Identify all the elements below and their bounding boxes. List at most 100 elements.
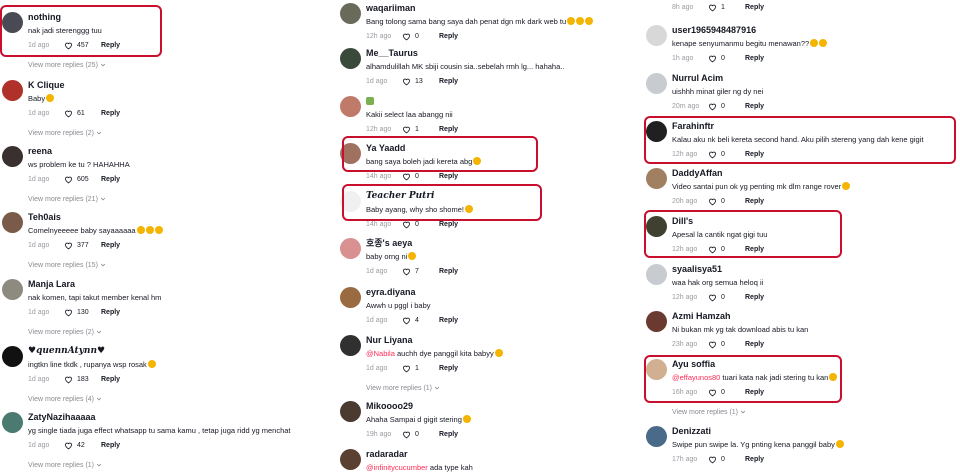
avatar[interactable] bbox=[646, 311, 667, 332]
like-count: 61 bbox=[77, 109, 85, 117]
avatar[interactable] bbox=[646, 426, 667, 447]
heart-icon[interactable] bbox=[402, 316, 411, 325]
comment-username[interactable]: Manja Lara bbox=[28, 279, 326, 290]
heart-icon[interactable] bbox=[708, 102, 717, 111]
user-badge[interactable] bbox=[366, 96, 634, 107]
heart-icon[interactable] bbox=[64, 375, 73, 384]
comment-username[interactable]: waqariiman bbox=[366, 3, 634, 14]
heart-icon[interactable] bbox=[708, 340, 717, 349]
view-more-replies-button[interactable]: View more replies (4) bbox=[28, 396, 102, 403]
reply-button[interactable]: Reply bbox=[439, 317, 458, 324]
avatar[interactable] bbox=[2, 80, 23, 101]
avatar[interactable] bbox=[646, 73, 667, 94]
reply-button[interactable]: Reply bbox=[101, 110, 120, 117]
avatar[interactable] bbox=[340, 96, 361, 117]
avatar[interactable] bbox=[340, 287, 361, 308]
view-more-replies-button[interactable]: View more replies (1) bbox=[28, 462, 102, 469]
comment-username[interactable]: radaradar bbox=[366, 449, 634, 460]
heart-icon[interactable] bbox=[402, 267, 411, 276]
heart-icon[interactable] bbox=[708, 54, 717, 63]
comment-username[interactable]: 호종's aeya bbox=[366, 238, 634, 249]
reply-button[interactable]: Reply bbox=[101, 242, 120, 249]
comment-username[interactable]: Azmi Hamzah bbox=[672, 311, 956, 322]
avatar[interactable] bbox=[2, 346, 23, 367]
avatar[interactable] bbox=[646, 25, 667, 46]
reply-button[interactable]: Reply bbox=[439, 268, 458, 275]
heart-icon[interactable] bbox=[402, 172, 411, 181]
avatar[interactable] bbox=[646, 168, 667, 189]
heart-icon[interactable] bbox=[64, 241, 73, 250]
comment-username[interactable]: K Clique bbox=[28, 80, 326, 91]
like-count: 0 bbox=[415, 430, 419, 438]
heart-icon[interactable] bbox=[64, 308, 73, 317]
comment-text-content: Video santai pun ok yg penting mk dlm ra… bbox=[672, 182, 842, 191]
avatar[interactable] bbox=[2, 212, 23, 233]
comment-username[interactable]: DaddyAffan bbox=[672, 168, 956, 179]
heart-icon[interactable] bbox=[708, 455, 717, 464]
heart-icon[interactable] bbox=[402, 125, 411, 134]
reply-button[interactable]: Reply bbox=[101, 309, 120, 316]
avatar[interactable] bbox=[340, 238, 361, 259]
heart-icon[interactable] bbox=[402, 77, 411, 86]
reply-button[interactable]: Reply bbox=[745, 456, 764, 463]
comment-username[interactable]: ♥quennAtynn♥ bbox=[28, 346, 326, 357]
comment-username[interactable]: user1965948487916 bbox=[672, 25, 956, 36]
reply-button[interactable]: Reply bbox=[439, 173, 458, 180]
comment-username[interactable]: Nurrul Acim bbox=[672, 73, 956, 84]
comment-username[interactable]: eyra.diyana bbox=[366, 287, 634, 298]
heart-icon[interactable] bbox=[708, 293, 717, 302]
view-more-replies-button[interactable]: View more replies (1) bbox=[366, 385, 440, 392]
mention-link[interactable]: @Nabila bbox=[366, 349, 395, 358]
heart-icon[interactable] bbox=[402, 430, 411, 439]
comment-username[interactable]: ZatyNazihaaaaa bbox=[28, 412, 326, 423]
avatar[interactable] bbox=[340, 3, 361, 24]
mention-link[interactable]: @infinitycucumber bbox=[366, 463, 428, 472]
view-more-replies-button[interactable]: View more replies (1) bbox=[672, 409, 746, 416]
view-more-replies-button[interactable]: View more replies (2) bbox=[28, 329, 102, 336]
like-count: 0 bbox=[721, 102, 725, 110]
heart-icon[interactable] bbox=[64, 109, 73, 118]
heart-icon[interactable] bbox=[402, 364, 411, 373]
reply-button[interactable]: Reply bbox=[745, 341, 764, 348]
comment-username[interactable]: Nur Liyana bbox=[366, 335, 634, 346]
reply-button[interactable]: Reply bbox=[439, 221, 458, 228]
avatar[interactable] bbox=[2, 412, 23, 433]
reply-button[interactable]: Reply bbox=[101, 376, 120, 383]
avatar[interactable] bbox=[340, 48, 361, 69]
reply-button[interactable]: Reply bbox=[745, 198, 764, 205]
avatar[interactable] bbox=[646, 264, 667, 285]
comment-username[interactable]: Teh0ais bbox=[28, 212, 326, 223]
comment-username[interactable]: reena bbox=[28, 146, 326, 157]
reply-button[interactable]: Reply bbox=[439, 78, 458, 85]
heart-icon[interactable] bbox=[402, 32, 411, 41]
view-more-replies-button[interactable]: View more replies (2) bbox=[28, 130, 102, 137]
heart-icon[interactable] bbox=[64, 441, 73, 450]
avatar[interactable] bbox=[2, 279, 23, 300]
reply-button[interactable]: Reply bbox=[745, 294, 764, 301]
comment-meta: 19h ago 0 Reply bbox=[366, 429, 634, 439]
reply-button[interactable]: Reply bbox=[439, 33, 458, 40]
heart-icon[interactable] bbox=[708, 197, 717, 206]
reply-button[interactable]: Reply bbox=[745, 55, 764, 62]
comment-username[interactable]: syaalisya51 bbox=[672, 264, 956, 275]
comment-username[interactable]: Me__Taurus bbox=[366, 48, 634, 59]
reply-button[interactable]: Reply bbox=[439, 126, 458, 133]
avatar[interactable] bbox=[340, 335, 361, 356]
comment-username[interactable]: Mikoooo29 bbox=[366, 401, 634, 412]
view-more-replies-button[interactable]: View more replies (25) bbox=[28, 62, 106, 69]
view-more-replies-button[interactable]: View more replies (15) bbox=[28, 262, 106, 269]
heart-icon[interactable] bbox=[708, 3, 717, 12]
avatar[interactable] bbox=[340, 449, 361, 470]
reply-button[interactable]: Reply bbox=[439, 365, 458, 372]
reply-button[interactable]: Reply bbox=[439, 431, 458, 438]
comment-username[interactable]: Denizzati bbox=[672, 426, 956, 437]
view-more-replies-button[interactable]: View more replies (21) bbox=[28, 196, 106, 203]
reply-button[interactable]: Reply bbox=[745, 4, 764, 11]
reply-button[interactable]: Reply bbox=[745, 103, 764, 110]
avatar[interactable] bbox=[2, 146, 23, 167]
heart-icon[interactable] bbox=[64, 175, 73, 184]
avatar[interactable] bbox=[340, 401, 361, 422]
reply-button[interactable]: Reply bbox=[101, 442, 120, 449]
reply-button[interactable]: Reply bbox=[101, 176, 120, 183]
comment-meta: 8h ago 1 Reply bbox=[672, 2, 956, 12]
